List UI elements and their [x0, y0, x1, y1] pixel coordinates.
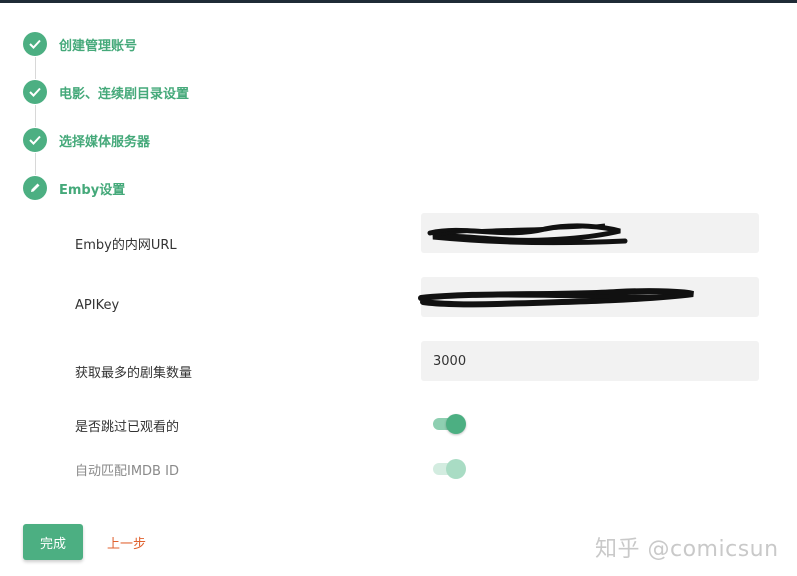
skip-watched-toggle[interactable] [433, 413, 469, 435]
step-label: 创建管理账号 [59, 38, 138, 54]
skip-watched-label: 是否跳过已观看的 [75, 420, 180, 435]
step-media-server[interactable]: 选择媒体服务器 [23, 127, 150, 153]
setup-wizard-panel: 创建管理账号 电影、连续剧目录设置 选择媒体服务器 Emby设置 Emby的内网… [0, 3, 797, 576]
max-episodes-label: 获取最多的剧集数量 [75, 366, 193, 381]
step-label: 电影、连续剧目录设置 [59, 86, 190, 102]
done-button[interactable]: 完成 [23, 524, 83, 560]
previous-step-link[interactable]: 上一步 [107, 533, 146, 552]
step-connector [35, 153, 36, 175]
check-icon [23, 128, 47, 152]
check-icon [23, 80, 47, 104]
emby-url-label: Emby的内网URL [75, 238, 177, 253]
step-library-dirs[interactable]: 电影、连续剧目录设置 [23, 79, 189, 105]
step-emby-settings[interactable]: Emby设置 [23, 175, 125, 201]
step-connector [35, 57, 36, 79]
toggle-knob [446, 459, 466, 479]
check-icon [23, 32, 47, 56]
watermark: 知乎 @comicsun [595, 537, 779, 562]
apikey-input[interactable] [421, 277, 759, 317]
apikey-label: APIKey [75, 298, 120, 313]
step-label: Emby设置 [59, 182, 126, 198]
step-label: 选择媒体服务器 [59, 134, 151, 150]
pencil-icon [23, 176, 47, 200]
toggle-knob [446, 414, 466, 434]
step-connector [35, 105, 36, 127]
auto-imdb-toggle[interactable] [433, 458, 469, 480]
max-episodes-input[interactable] [421, 341, 759, 381]
auto-imdb-label: 自动匹配IMDB ID [75, 464, 179, 479]
step-create-admin[interactable]: 创建管理账号 [23, 31, 137, 57]
emby-url-input[interactable] [421, 213, 759, 253]
